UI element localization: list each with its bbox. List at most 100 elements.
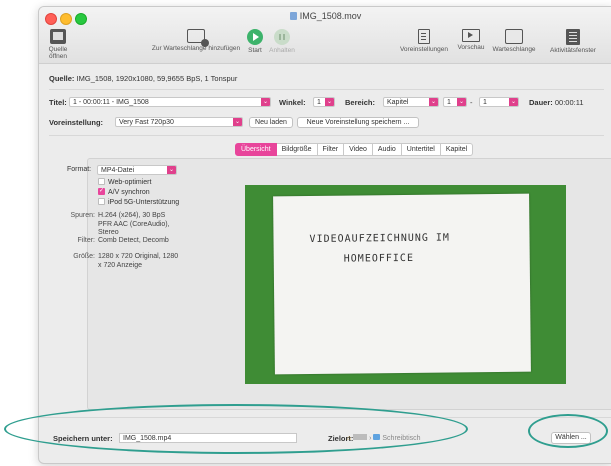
- checkbox-box: [98, 178, 105, 185]
- start-button[interactable]: Start: [245, 29, 265, 54]
- range-separator-text: -: [470, 98, 473, 107]
- chevron-down-icon: ⌄: [509, 98, 518, 106]
- format-label-text: Format:: [67, 166, 92, 173]
- presets-button[interactable]: Voreinstellungen: [397, 29, 451, 53]
- source-value: IMG_1508, 1920x1080, 59,9655 BpS, 1 Tons…: [76, 74, 238, 83]
- video-preview[interactable]: VIDEOAUFZEICHNUNG IM HOMEOFFICE: [245, 185, 566, 384]
- toolbar: IMG_1508.mov Quelle öffnen Zur Warteschl…: [39, 7, 611, 64]
- tab-filters[interactable]: Filter: [317, 143, 345, 156]
- duration-value: 00:00:11: [554, 98, 584, 107]
- filter-info: Filter: Comb Detect, Decomb: [78, 237, 180, 246]
- preset-label-text: Voreinstellung:: [49, 118, 104, 127]
- tab-summary[interactable]: Übersicht: [235, 143, 277, 156]
- preview-handwriting-line1: VIDEOAUFZEICHNUNG IM: [309, 232, 451, 245]
- open-source-button[interactable]: Quelle öffnen: [41, 29, 75, 60]
- divider: [49, 135, 604, 136]
- save-new-preset-button[interactable]: Neue Voreinstellung speichern ...: [297, 117, 419, 128]
- web-optimized-checkbox[interactable]: Web-optimiert: [98, 178, 151, 186]
- size-label: Größe:: [73, 253, 95, 260]
- tracks-info: Spuren: H.264 (x264), 30 BpS PFR AAC (Co…: [70, 212, 180, 238]
- chevron-down-icon: ⌄: [261, 98, 270, 106]
- ipod-support-checkbox[interactable]: iPod 5G-Unterstützung: [98, 198, 179, 206]
- chevron-down-icon: ⌄: [457, 98, 466, 106]
- range-start-value: 1: [447, 99, 451, 106]
- window-title-text: IMG_1508.mov: [299, 11, 362, 21]
- preview-paper: VIDEOAUFZEICHNUNG IM HOMEOFFICE: [273, 193, 531, 375]
- pause-label: Anhalten: [269, 47, 295, 54]
- filter-value: Comb Detect, Decomb: [98, 237, 169, 244]
- range-label-text: Bereich:: [345, 98, 376, 107]
- tab-dimensions[interactable]: Bildgröße: [276, 143, 318, 156]
- activity-label: Aktivitätsfenster: [550, 47, 596, 54]
- av-sync-label: A/V synchron: [108, 189, 150, 196]
- add-queue-icon: [187, 29, 209, 47]
- ipod-support-label: iPod 5G-Unterstützung: [108, 199, 180, 206]
- tab-audio[interactable]: Audio: [372, 143, 402, 156]
- preview-label: Vorschau: [457, 44, 485, 51]
- film-icon: [50, 29, 66, 44]
- duration-label: Dauer:: [529, 98, 553, 107]
- queue-label: Warteschlange: [492, 46, 536, 53]
- tab-chapters[interactable]: Kapitel: [440, 143, 474, 156]
- settings-tabs: Übersicht Bildgröße Filter Video Audio U…: [235, 143, 474, 156]
- source-info: Quelle: IMG_1508, 1920x1080, 59,9655 BpS…: [49, 74, 237, 83]
- av-sync-checkbox[interactable]: A/V synchron: [98, 187, 150, 196]
- pause-button[interactable]: Anhalten: [267, 29, 297, 54]
- title-select[interactable]: 1 - 00:00:11 - IMG_1508 ⌄: [69, 97, 271, 107]
- checkbox-box: [98, 198, 105, 205]
- queue-button[interactable]: Warteschlange: [491, 29, 537, 53]
- range-separator: -: [470, 98, 473, 107]
- preset-select-value: Very Fast 720p30: [119, 119, 174, 126]
- chevron-down-icon: ⌄: [233, 118, 242, 126]
- chevron-down-icon: ⌄: [167, 166, 176, 174]
- title-label: Titel:: [49, 98, 67, 107]
- size-value: 1280 x 720 Original, 1280 x 720 Anzeige: [98, 253, 179, 269]
- angle-label: Winkel:: [279, 98, 306, 107]
- highlight-oval-save-row: [4, 404, 468, 454]
- presets-icon: [418, 29, 430, 44]
- open-source-label: Quelle öffnen: [48, 46, 68, 60]
- pause-icon: [274, 29, 290, 45]
- size-info: Größe: 1280 x 720 Original, 1280 x 720 A…: [73, 253, 180, 270]
- window-title: IMG_1508.mov: [39, 11, 611, 21]
- activity-window-button[interactable]: Aktivitätsfenster: [537, 29, 609, 54]
- preset-label: Voreinstellung:: [49, 118, 103, 127]
- movie-file-icon: [289, 12, 297, 20]
- preview-button[interactable]: Vorschau: [453, 29, 489, 51]
- tracks-label: Spuren:: [70, 212, 95, 219]
- preview-screen-icon: [462, 29, 480, 42]
- range-mode-value: Kapitel: [387, 99, 409, 106]
- queue-stack-icon: [505, 29, 523, 44]
- range-start-select[interactable]: 1 ⌄: [443, 97, 467, 107]
- add-to-queue-label: Zur Warteschlange hinzufügen: [151, 45, 241, 52]
- preset-select[interactable]: Very Fast 720p30 ⌄: [115, 117, 243, 127]
- highlight-oval-choose-button: [528, 414, 608, 448]
- divider: [49, 89, 604, 90]
- title-label-text: Titel:: [49, 98, 67, 107]
- range-label: Bereich:: [345, 98, 375, 107]
- range-end-select[interactable]: 1 ⌄: [479, 97, 519, 107]
- preview-handwriting-line2: HOMEOFFICE: [343, 252, 415, 265]
- play-icon: [247, 29, 263, 45]
- tab-video[interactable]: Video: [344, 143, 373, 156]
- angle-select-value: 1: [317, 99, 321, 106]
- handbrake-window: IMG_1508.mov Quelle öffnen Zur Warteschl…: [38, 6, 611, 464]
- title-select-value: 1 - 00:00:11 - IMG_1508: [73, 99, 149, 106]
- activity-log-icon: [566, 29, 580, 45]
- checkbox-checked: [98, 187, 105, 195]
- duration-info: Dauer: 00:00:11: [529, 98, 584, 107]
- source-label: Quelle:: [49, 74, 75, 83]
- filter-label: Filter:: [77, 237, 96, 244]
- angle-label-text: Winkel:: [279, 98, 306, 107]
- range-mode-select[interactable]: Kapitel ⌄: [383, 97, 439, 107]
- add-to-queue-button[interactable]: Zur Warteschlange hinzufügen: [149, 29, 243, 52]
- tracks-value: H.264 (x264), 30 BpS PFR AAC (CoreAudio)…: [98, 212, 170, 236]
- reload-preset-button[interactable]: Neu laden: [249, 117, 293, 128]
- range-end-value: 1: [483, 99, 487, 106]
- format-label: Format:: [67, 166, 91, 173]
- angle-select[interactable]: 1 ⌄: [313, 97, 335, 107]
- start-label: Start: [248, 47, 262, 54]
- chevron-down-icon: ⌄: [325, 98, 334, 106]
- format-select[interactable]: MP4-Datei ⌄: [97, 165, 177, 175]
- tab-subtitles[interactable]: Untertitel: [401, 143, 441, 156]
